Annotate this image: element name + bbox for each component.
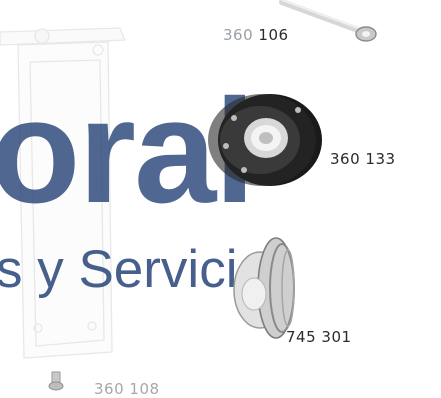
small-bolt-image	[48, 371, 64, 391]
flange-bearing-image	[208, 94, 322, 186]
shock-rod-image	[279, 0, 377, 42]
part-code-360-106: 360 106	[223, 26, 289, 44]
part-code-360-133: 360 133	[330, 150, 396, 168]
part-code-360-108: 360 108	[94, 380, 160, 398]
part-code-suffix: 106	[258, 26, 289, 44]
part-code-745-301: 745 301	[286, 328, 352, 346]
part-code-prefix: 360	[223, 26, 254, 44]
